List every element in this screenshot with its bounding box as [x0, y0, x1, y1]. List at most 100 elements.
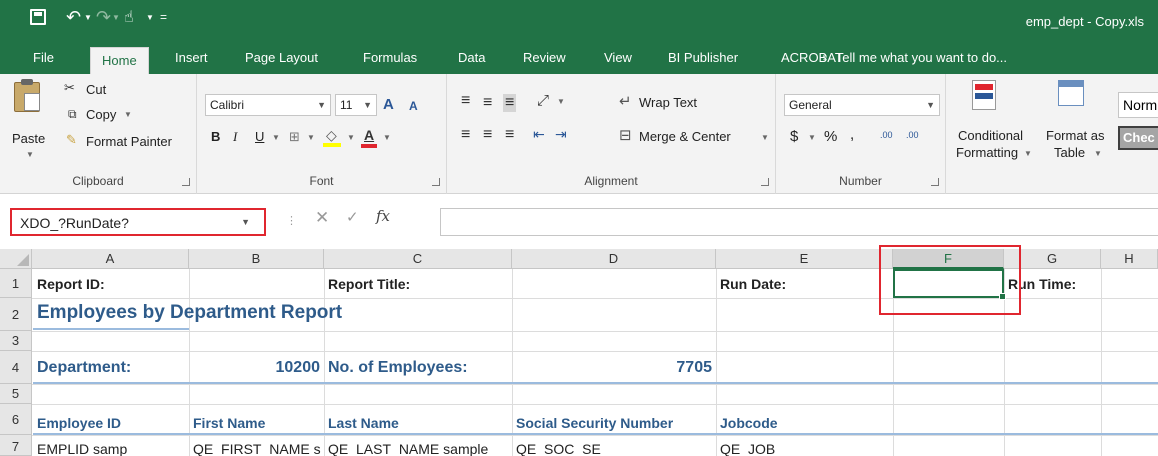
format-as-table-dropdown-icon[interactable]: ▼ [1094, 149, 1102, 158]
paste-dropdown-icon[interactable]: ▼ [26, 150, 34, 159]
row-header-4[interactable]: 4 [0, 351, 32, 384]
column-header-e[interactable]: E [716, 249, 893, 269]
font-size-select[interactable]: 11 ▼ [335, 94, 377, 116]
alignment-launcher-icon[interactable] [761, 178, 769, 186]
cell-e6[interactable]: Jobcode [720, 415, 778, 431]
touch-mode-dropdown-icon[interactable]: ▼ [146, 13, 154, 22]
bold-button[interactable]: B [211, 129, 220, 144]
align-top-icon[interactable]: ≡ [461, 92, 470, 110]
row-header-3[interactable]: 3 [0, 331, 32, 351]
borders-dropdown-icon[interactable]: ▼ [307, 133, 315, 142]
conditional-formatting-dropdown-icon[interactable]: ▼ [1024, 149, 1032, 158]
fill-color-icon[interactable]: ◇ [323, 127, 343, 147]
increase-decimal-button[interactable]: .00 [880, 130, 893, 140]
tab-review[interactable]: Review [512, 42, 577, 74]
orientation-icon[interactable]: ⤢ [537, 92, 549, 109]
format-painter-button[interactable]: Format Painter [86, 134, 172, 149]
column-header-h[interactable]: H [1101, 249, 1158, 269]
format-as-table-label-1[interactable]: Format as [1046, 128, 1105, 143]
tab-formulas[interactable]: Formulas [352, 42, 428, 74]
orientation-dropdown-icon[interactable]: ▼ [557, 97, 565, 106]
cut-icon[interactable]: ✂ [64, 80, 75, 96]
tab-bi-publisher[interactable]: BI Publisher [657, 42, 749, 74]
tab-data[interactable]: Data [447, 42, 496, 74]
touch-mode-icon[interactable]: ☝ [124, 7, 134, 27]
cell-c6[interactable]: Last Name [328, 415, 399, 431]
align-middle-icon[interactable]: ≡ [483, 94, 492, 112]
merge-center-dropdown-icon[interactable]: ▼ [761, 133, 769, 142]
currency-button[interactable]: $ [790, 128, 798, 145]
cell-e7[interactable]: QE_JOB [720, 441, 775, 456]
name-box-dropdown-icon[interactable]: ▼ [241, 217, 250, 227]
conditional-formatting-label-1[interactable]: Conditional [958, 128, 1023, 143]
cell-a6[interactable]: Employee ID [37, 415, 121, 431]
align-bottom-icon[interactable]: ≡ [503, 94, 517, 112]
font-name-select[interactable]: Calibri ▼ [205, 94, 331, 116]
row-header-6[interactable]: 6 [0, 404, 32, 435]
underline-button[interactable]: U [255, 129, 264, 144]
tell-me-box[interactable]: ♀ Tell me what you want to do... [820, 42, 1007, 74]
currency-dropdown-icon[interactable]: ▼ [808, 133, 816, 142]
cell-c4[interactable]: No. of Employees: [328, 359, 468, 377]
cell-a1[interactable]: Report ID: [37, 276, 105, 292]
undo-dropdown-icon[interactable]: ▼ [84, 13, 92, 22]
paste-button[interactable]: Paste [12, 131, 45, 146]
style-normal-button[interactable]: Norm [1118, 92, 1158, 118]
merge-center-button[interactable]: Merge & Center [639, 129, 731, 144]
font-launcher-icon[interactable] [432, 178, 440, 186]
conditional-formatting-icon[interactable] [972, 80, 996, 110]
cell-a2[interactable]: Employees by Department Report [37, 302, 342, 324]
underline-dropdown-icon[interactable]: ▼ [272, 133, 280, 142]
conditional-formatting-label-2[interactable]: Formatting [956, 145, 1018, 160]
row-header-7[interactable]: 7 [0, 435, 32, 456]
align-right-icon[interactable]: ≡ [505, 126, 514, 144]
format-as-table-icon[interactable] [1058, 80, 1084, 106]
customize-toolbar-icon[interactable]: = [160, 10, 167, 24]
align-left-icon[interactable]: ≡ [461, 126, 470, 144]
undo-icon[interactable]: ↶ [66, 7, 81, 28]
tab-view[interactable]: View [593, 42, 643, 74]
column-header-a[interactable]: A [32, 249, 189, 269]
row-header-2[interactable]: 2 [0, 298, 32, 331]
cell-c7[interactable]: QE_LAST_NAME sample [328, 441, 488, 456]
shrink-font-button[interactable]: A [409, 99, 418, 113]
cut-button[interactable]: Cut [86, 82, 106, 97]
tab-home[interactable]: Home [90, 47, 149, 74]
cell-b4[interactable]: 10200 [189, 359, 321, 377]
row-header-1[interactable]: 1 [0, 269, 32, 298]
copy-icon[interactable]: ⧉ [68, 107, 77, 122]
cell-a4[interactable]: Department: [37, 359, 131, 377]
font-color-dropdown-icon[interactable]: ▼ [383, 133, 391, 142]
italic-button[interactable]: I [233, 129, 237, 145]
redo-dropdown-icon[interactable]: ▼ [112, 13, 120, 22]
column-header-d[interactable]: D [512, 249, 716, 269]
copy-dropdown-icon[interactable]: ▼ [124, 110, 132, 119]
tab-insert[interactable]: Insert [164, 42, 219, 74]
cell-b7[interactable]: QE_FIRST_NAME s [193, 441, 321, 456]
format-as-table-label-2[interactable]: Table [1054, 145, 1085, 160]
tab-page-layout[interactable]: Page Layout [234, 42, 329, 74]
cell-d4[interactable]: 7705 [512, 359, 712, 377]
cell-c1[interactable]: Report Title: [328, 276, 410, 292]
style-check-cell-button[interactable]: Chec [1118, 126, 1158, 150]
paste-icon[interactable] [14, 79, 40, 112]
cell-d6[interactable]: Social Security Number [516, 415, 673, 431]
format-painter-icon[interactable]: ✎ [66, 132, 77, 148]
formula-input[interactable] [440, 208, 1158, 236]
percent-button[interactable]: % [824, 128, 837, 145]
increase-indent-icon[interactable]: ⇥ [555, 126, 567, 143]
row-header-5[interactable]: 5 [0, 384, 32, 404]
name-box[interactable]: XDO_?RunDate? ▼ [10, 208, 266, 236]
font-color-button[interactable]: A [361, 127, 379, 149]
copy-button[interactable]: Copy [86, 107, 116, 122]
cell-a7[interactable]: EMPLID samp [37, 441, 127, 456]
column-header-c[interactable]: C [324, 249, 512, 269]
wrap-text-button[interactable]: Wrap Text [639, 95, 697, 110]
cell-b6[interactable]: First Name [193, 415, 265, 431]
grow-font-button[interactable]: A [383, 96, 394, 113]
cancel-entry-icon[interactable]: ✕ [315, 208, 329, 228]
decrease-indent-icon[interactable]: ⇤ [533, 126, 545, 143]
insert-function-button[interactable]: fx [376, 207, 390, 225]
fill-color-dropdown-icon[interactable]: ▼ [347, 133, 355, 142]
enter-entry-icon[interactable]: ✓ [346, 208, 359, 226]
